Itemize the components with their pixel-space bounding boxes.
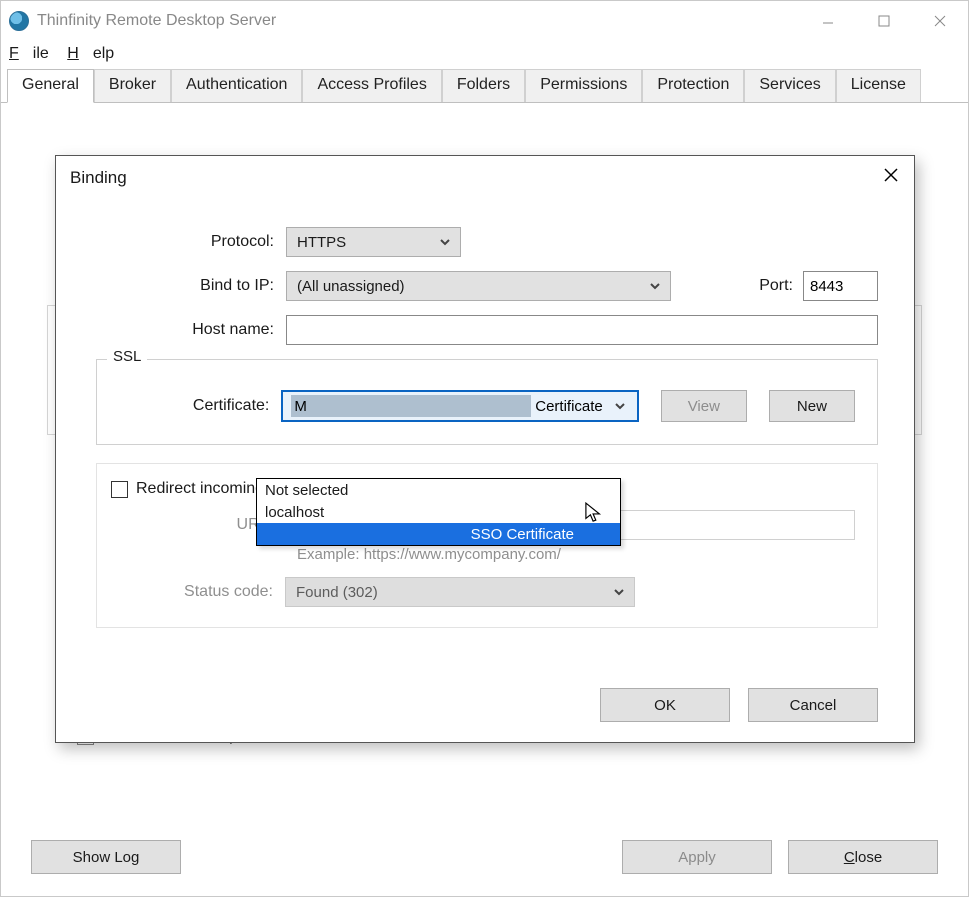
bind-ip-value: (All unassigned) <box>297 278 648 295</box>
redirect-checkbox[interactable] <box>111 481 128 498</box>
menu-help[interactable]: Help <box>67 45 114 62</box>
port-input[interactable] <box>803 271 878 301</box>
status-code-combo[interactable]: Found (302) <box>285 577 635 607</box>
tab-authentication[interactable]: Authentication <box>171 69 302 102</box>
cert-option-localhost[interactable]: localhost <box>257 501 620 523</box>
status-code-value: Found (302) <box>296 584 378 601</box>
main-footer: Show Log Apply Close <box>1 826 968 896</box>
chevron-down-icon <box>648 279 662 293</box>
cert-option-sso-certificate[interactable]: SSO Certificate <box>257 523 620 545</box>
cert-option-not-selected[interactable]: Not selected <box>257 479 620 501</box>
close-window-button[interactable] <box>912 1 968 41</box>
tab-general[interactable]: General <box>7 69 94 103</box>
chevron-down-icon <box>612 585 626 599</box>
tab-broker[interactable]: Broker <box>94 69 171 102</box>
dialog-footer: OK Cancel <box>56 684 914 742</box>
certificate-selected: M Certificate <box>291 395 608 417</box>
dialog-title: Binding <box>70 168 127 188</box>
cancel-button[interactable]: Cancel <box>748 688 878 722</box>
tab-permissions[interactable]: Permissions <box>525 69 642 102</box>
menubar: File Help <box>1 41 968 69</box>
ssl-group: SSL Certificate: M Certificate View New <box>96 359 878 445</box>
tab-license[interactable]: License <box>836 69 921 102</box>
certificate-dropdown-list: Not selected localhost SSO Certificate <box>256 478 621 546</box>
ssl-legend: SSL <box>107 348 147 365</box>
dialog-close-button[interactable] <box>882 166 900 189</box>
view-cert-button[interactable]: View <box>661 390 747 422</box>
menu-file[interactable]: File <box>9 45 49 62</box>
ok-button[interactable]: OK <box>600 688 730 722</box>
app-icon <box>9 11 29 31</box>
tab-folders[interactable]: Folders <box>442 69 525 102</box>
protocol-value: HTTPS <box>297 234 438 251</box>
certificate-combo[interactable]: M Certificate <box>281 390 638 422</box>
minimize-button[interactable] <box>800 1 856 41</box>
maximize-button[interactable] <box>856 1 912 41</box>
show-log-button[interactable]: Show Log <box>31 840 181 874</box>
bind-ip-label: Bind to IP: <box>86 277 286 295</box>
protocol-combo[interactable]: HTTPS <box>286 227 461 257</box>
hostname-label: Host name: <box>86 321 286 339</box>
protocol-label: Protocol: <box>86 233 286 251</box>
tab-protection[interactable]: Protection <box>642 69 744 102</box>
status-code-label: Status code: <box>111 583 285 601</box>
tab-access-profiles[interactable]: Access Profiles <box>302 69 441 102</box>
new-cert-button[interactable]: New <box>769 390 855 422</box>
dialog-titlebar: Binding <box>56 156 914 197</box>
certificate-label: Certificate: <box>107 397 281 415</box>
bind-ip-combo[interactable]: (All unassigned) <box>286 271 671 301</box>
tabstrip: General Broker Authentication Access Pro… <box>1 69 968 103</box>
titlebar: Thinfinity Remote Desktop Server <box>1 1 968 41</box>
port-label: Port: <box>759 277 803 295</box>
apply-button[interactable]: Apply <box>622 840 772 874</box>
tab-services[interactable]: Services <box>744 69 835 102</box>
hostname-input[interactable] <box>286 315 878 345</box>
dialog-body: Protocol: HTTPS Bind to IP: (All unassig… <box>56 197 914 684</box>
app-title: Thinfinity Remote Desktop Server <box>37 12 800 30</box>
url-example: Example: https://www.mycompany.com/ <box>297 546 855 563</box>
window-controls <box>800 1 968 41</box>
chevron-down-icon <box>609 399 631 413</box>
close-button[interactable]: Close <box>788 840 938 874</box>
chevron-down-icon <box>438 235 452 249</box>
binding-dialog: Binding Protocol: HTTPS Bind to IP: (All… <box>55 155 915 743</box>
